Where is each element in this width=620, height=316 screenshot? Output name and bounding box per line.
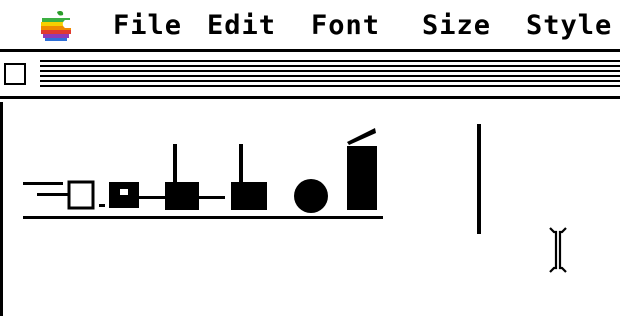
document-content[interactable] <box>3 104 620 316</box>
close-box-icon[interactable] <box>4 63 26 85</box>
apple-menu-icon[interactable] <box>36 10 76 42</box>
title-bar-stripes <box>40 60 620 90</box>
menu-edit[interactable]: Edit <box>207 6 276 46</box>
decorative-glyph-sequence <box>23 128 383 219</box>
window-frame <box>0 96 620 104</box>
menu-size[interactable]: Size <box>422 6 491 46</box>
i-beam-icon <box>549 227 567 273</box>
menu-font[interactable]: Font <box>311 6 380 46</box>
text-insertion-caret <box>477 124 481 234</box>
menu-file[interactable]: File <box>113 6 182 46</box>
menu-style[interactable]: Style <box>526 6 612 46</box>
menu-bar: File Edit Font Size Style <box>0 0 620 52</box>
